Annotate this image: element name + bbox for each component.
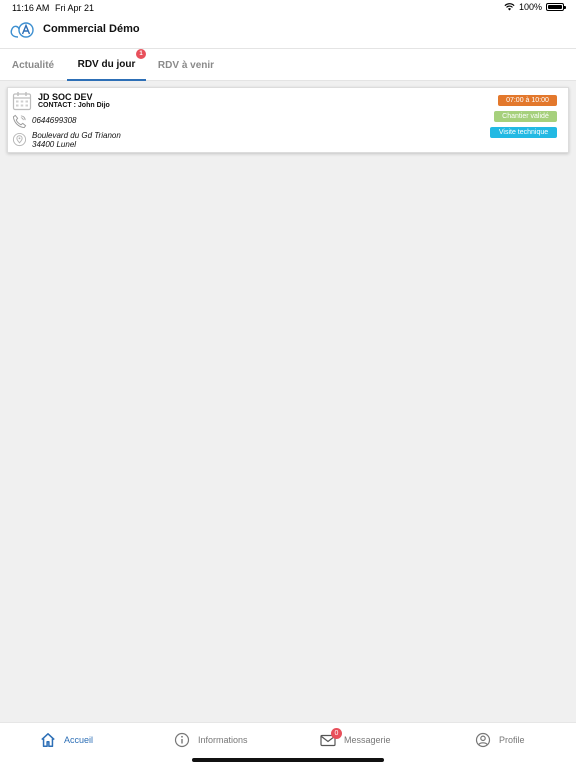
status-date: Fri Apr 21 [55,3,95,13]
tab-actualite[interactable]: Actualité [4,49,62,81]
nav-label: Informations [198,735,248,745]
company-name: JD SOC DEV [38,92,93,102]
time-badge: 07:00 à 10:00 [498,95,557,106]
app-title: Commercial Démo [43,23,140,35]
battery-percent: 100% [518,2,542,12]
phone-icon [12,114,27,129]
contact-name: CONTACT : John Dijo [38,102,110,109]
app-header: Commercial Démo [0,16,576,48]
tab-rdv-du-jour[interactable]: RDV du jour 1 [67,49,146,81]
nav-messagerie[interactable]: 0 Messagerie [320,728,391,748]
tab-label: Actualité [11,59,55,71]
appointment-card[interactable]: JD SOC DEV CONTACT : John Dijo 064469930… [7,87,569,153]
status-time: 11:16 AM [12,3,50,13]
calendar-icon [12,92,32,111]
status-bar: 11:16 AM Fri Apr 21 100% [0,0,576,16]
tab-label: RDV du jour [77,58,136,70]
battery-icon [546,3,566,11]
tab-bar: Actualité RDV du jour 1 RDV à venir [0,48,576,81]
nav-label: Messagerie [344,735,391,745]
location-icon [12,132,27,147]
profile-icon [475,732,491,748]
status-badge: Chantier validé [494,111,557,122]
tab-rdv-a-venir[interactable]: RDV à venir [150,49,222,81]
nav-label: Accueil [64,735,94,745]
address-line-1: Boulevard du Gd Trianon [32,131,121,140]
mail-icon-wrapper: 0 [320,728,342,748]
address-line-2: 34400 Lunel [32,140,77,149]
message-count-badge: 0 [331,728,342,739]
info-icon [174,732,190,748]
status-right: 100% [504,2,566,12]
home-indicator[interactable] [192,758,384,762]
type-badge: Visite technique [490,127,557,138]
tab-label: RDV à venir [157,59,215,71]
logo-icon [10,22,34,38]
tab-notification-badge: 1 [136,49,146,59]
nav-label: Profile [499,735,525,745]
nav-informations[interactable]: Informations [174,732,248,748]
nav-accueil[interactable]: Accueil [40,732,93,748]
phone-number[interactable]: 0644699308 [32,116,77,125]
wifi-icon [504,3,515,11]
home-icon [41,733,55,747]
nav-profile[interactable]: Profile [475,732,525,748]
